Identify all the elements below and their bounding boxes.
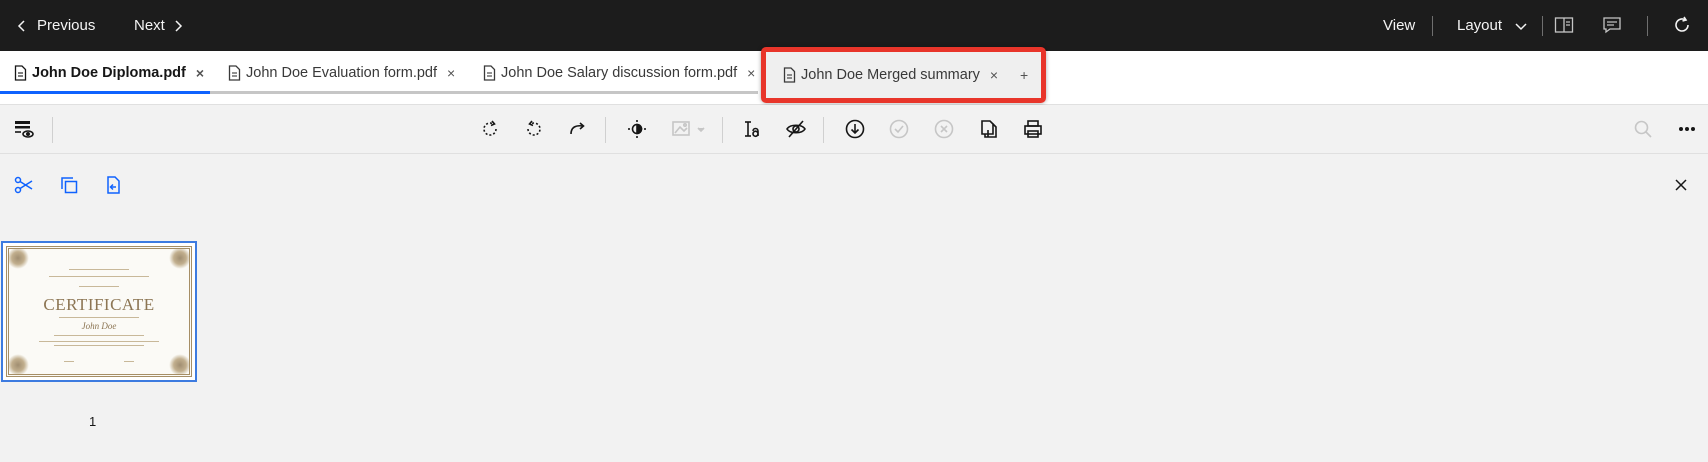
divider — [1432, 16, 1433, 36]
view-label: View — [1383, 17, 1416, 34]
hide-icon[interactable] — [783, 116, 809, 142]
copy-icon[interactable] — [57, 173, 81, 197]
divider — [605, 117, 606, 143]
ornament — [9, 354, 29, 374]
tab-label: John Doe Diploma.pdf — [32, 64, 186, 81]
page-thumbnail[interactable]: CERTIFICATE John Doe — [1, 241, 197, 382]
next-label: Next — [134, 17, 165, 34]
rotate-counterclockwise-icon[interactable] — [521, 116, 547, 142]
ornament — [169, 354, 189, 374]
view-button[interactable]: View — [1383, 0, 1415, 51]
previous-button[interactable]: Previous — [17, 0, 95, 51]
chevron-down-icon — [1515, 22, 1527, 30]
comments-icon[interactable] — [1600, 13, 1624, 37]
certificate-name: John Doe — [81, 321, 117, 331]
decorative-line — [69, 269, 129, 270]
document-icon — [483, 64, 496, 81]
decorative-line — [59, 317, 139, 318]
redo-icon[interactable] — [565, 116, 591, 142]
close-panel-icon[interactable] — [1669, 173, 1693, 197]
tab-label: John Doe Salary discussion form.pdf — [501, 64, 738, 81]
certificate-title: CERTIFICATE — [43, 295, 155, 314]
contrast-icon[interactable] — [624, 116, 650, 142]
text-ocr-icon[interactable] — [739, 116, 765, 142]
decorative-line — [54, 345, 144, 346]
copy-pages-icon[interactable] — [976, 116, 1002, 142]
close-tab-icon[interactable]: × — [747, 65, 755, 81]
download-icon[interactable] — [842, 116, 868, 142]
image-adjust-icon[interactable] — [668, 116, 708, 142]
highlight-box — [761, 47, 1046, 103]
document-toolbar — [0, 105, 1708, 154]
chevron-right-icon — [175, 19, 182, 32]
document-icon — [228, 64, 241, 81]
move-pages-icon[interactable] — [101, 173, 125, 197]
previous-label: Previous — [37, 17, 96, 34]
print-icon[interactable] — [1020, 116, 1046, 142]
document-icon — [14, 64, 27, 81]
reject-icon[interactable] — [931, 116, 957, 142]
divider — [1542, 16, 1543, 36]
rotate-clockwise-icon[interactable] — [477, 116, 503, 142]
page-number: 1 — [89, 414, 97, 429]
divider — [52, 117, 53, 143]
close-tab-icon[interactable]: × — [447, 65, 455, 81]
close-tab-icon[interactable]: × — [196, 65, 204, 81]
tab-label: John Doe Evaluation form.pdf — [246, 64, 438, 81]
side-panel-icon[interactable] — [1552, 13, 1576, 37]
approve-icon[interactable] — [886, 116, 912, 142]
divider — [1647, 16, 1648, 36]
ornament — [169, 249, 189, 269]
ornament — [9, 249, 29, 269]
layout-dropdown[interactable]: Layout — [1457, 0, 1528, 51]
search-icon[interactable] — [1630, 116, 1656, 142]
cut-icon[interactable] — [12, 173, 36, 197]
overflow-menu-icon[interactable] — [1674, 116, 1700, 142]
decorative-line — [54, 335, 144, 336]
top-navigation-bar: Previous Next View Layout — [0, 0, 1708, 51]
tab-diploma[interactable]: John Doe Diploma.pdf × — [14, 51, 204, 94]
chevron-left-icon — [17, 19, 25, 32]
next-button[interactable]: Next — [134, 0, 183, 51]
view-options-icon[interactable] — [11, 116, 37, 142]
decorative-line — [39, 341, 159, 342]
divider — [823, 117, 824, 143]
tab-evaluation-form[interactable]: John Doe Evaluation form.pdf × — [228, 51, 455, 94]
tab-salary-discussion-form[interactable]: John Doe Salary discussion form.pdf × — [483, 51, 755, 94]
divider — [722, 117, 723, 143]
certificate-preview: CERTIFICATE John Doe — [6, 246, 192, 377]
signature-line — [124, 361, 134, 362]
decorative-line — [79, 286, 119, 287]
layout-label: Layout — [1457, 17, 1503, 34]
decorative-line — [49, 276, 149, 277]
signature-line — [64, 361, 74, 362]
refresh-icon[interactable] — [1670, 13, 1694, 37]
